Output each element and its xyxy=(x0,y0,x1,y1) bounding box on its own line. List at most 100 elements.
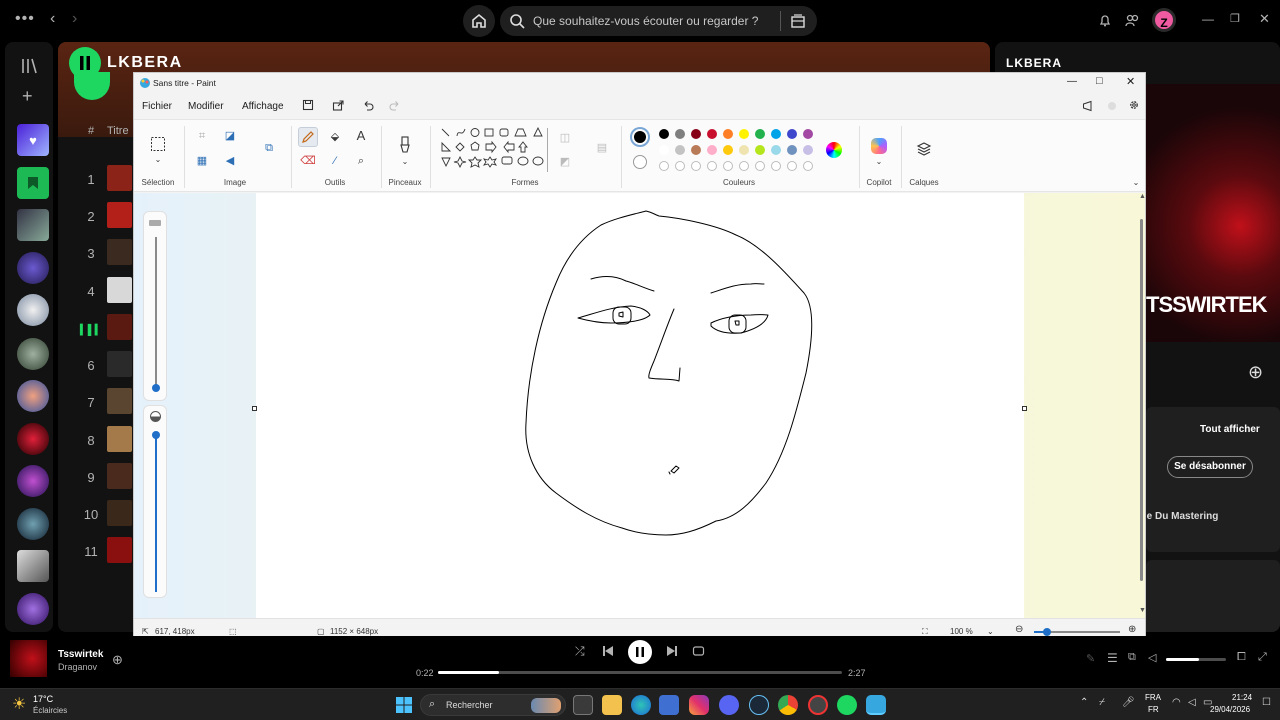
mail-icon[interactable] xyxy=(659,695,679,715)
show-all-link[interactable]: Tout afficher xyxy=(1200,424,1260,435)
custom-color-slot[interactable] xyxy=(675,161,685,171)
friends-activity-icon[interactable] xyxy=(1125,13,1139,27)
close-window-icon[interactable]: ✕ xyxy=(1259,11,1270,27)
menu-modifier[interactable]: Modifier xyxy=(188,101,224,112)
track-thumbnail[interactable] xyxy=(107,165,132,191)
color-swatch[interactable] xyxy=(771,129,781,139)
crop-icon[interactable]: ⌗ xyxy=(194,128,210,144)
undo-icon[interactable] xyxy=(362,99,374,111)
edge-icon[interactable] xyxy=(631,695,651,715)
track-thumbnail[interactable] xyxy=(107,426,132,452)
track-cover[interactable] xyxy=(10,640,47,677)
task-view-icon[interactable] xyxy=(573,695,593,715)
image-select-icon[interactable]: ▦ xyxy=(194,153,210,169)
edit-colors-icon[interactable] xyxy=(826,142,842,158)
artist-thumb[interactable] xyxy=(17,508,49,540)
paint-minimize-icon[interactable]: — xyxy=(1067,76,1077,87)
rotate-icon[interactable]: ◀ xyxy=(222,153,238,169)
slider-thumb[interactable] xyxy=(152,431,160,439)
vertical-scrollbar[interactable] xyxy=(1140,219,1143,581)
spotify-icon[interactable] xyxy=(837,695,857,715)
pause-button[interactable] xyxy=(628,640,652,664)
clock-date[interactable]: 29/04/2026 xyxy=(1210,705,1250,714)
show-hidden-icons[interactable]: ⌃ xyxy=(1080,697,1088,708)
custom-color-slot[interactable] xyxy=(739,161,749,171)
taskbar-search[interactable]: ⌕ Rechercher xyxy=(420,694,566,716)
slider-thumb[interactable] xyxy=(152,384,160,392)
add-to-library-icon[interactable]: ⊕ xyxy=(112,652,123,668)
artist-thumb[interactable] xyxy=(17,423,49,455)
artist-thumb[interactable] xyxy=(17,593,49,625)
track-thumbnail[interactable] xyxy=(107,239,132,265)
opacity-slider[interactable] xyxy=(143,405,167,598)
paint-maximize-icon[interactable]: □ xyxy=(1096,75,1103,87)
track-thumbnail[interactable] xyxy=(107,351,132,377)
track-thumbnail[interactable] xyxy=(107,537,132,563)
lyrics-icon[interactable]: ✎ xyxy=(1086,652,1095,665)
custom-color-slot[interactable] xyxy=(723,161,733,171)
zoom-level[interactable]: 100 % xyxy=(950,627,973,636)
weather-icon[interactable]: ☀ xyxy=(12,694,26,714)
track-thumbnail[interactable] xyxy=(107,277,132,303)
resize-handle[interactable] xyxy=(1022,406,1027,411)
discord-icon[interactable] xyxy=(719,695,739,715)
progress-bar[interactable] xyxy=(438,671,842,674)
color-swatch[interactable] xyxy=(755,145,765,155)
size-icon[interactable]: ▤ xyxy=(594,140,610,156)
color-swatch[interactable] xyxy=(675,129,685,139)
color-swatch[interactable] xyxy=(723,145,733,155)
paint-taskbar-icon[interactable] xyxy=(866,695,886,715)
color-swatch[interactable] xyxy=(739,129,749,139)
layers-icon[interactable] xyxy=(916,141,932,157)
settings-gear-icon[interactable] xyxy=(1128,99,1140,111)
zoom-slider-thumb[interactable] xyxy=(1043,628,1051,636)
home-button[interactable] xyxy=(463,5,495,37)
speaker-icon[interactable]: ◁ xyxy=(1188,697,1196,708)
color-swatch[interactable] xyxy=(691,129,701,139)
color-swatch[interactable] xyxy=(691,145,701,155)
custom-color-slot[interactable] xyxy=(707,161,717,171)
playlist-thumb[interactable] xyxy=(17,209,49,241)
connect-device-icon[interactable]: ⧉ xyxy=(1128,651,1136,664)
color-swatch[interactable] xyxy=(659,145,669,155)
shapes-scrollbar[interactable] xyxy=(547,128,548,172)
wifi-icon[interactable]: ◠ xyxy=(1172,697,1181,708)
steam-icon[interactable] xyxy=(749,695,769,715)
resize-handle[interactable] xyxy=(252,406,257,411)
redo-icon[interactable] xyxy=(389,99,401,111)
user-avatar[interactable]: Z xyxy=(1152,8,1176,32)
minimize-window-icon[interactable]: — xyxy=(1202,12,1214,26)
volume-icon[interactable]: ◁ xyxy=(1148,651,1156,664)
save-icon[interactable] xyxy=(302,99,314,111)
windows-start-icon[interactable] xyxy=(396,697,412,713)
zoom-slider[interactable] xyxy=(1034,628,1120,636)
volume-slider[interactable] xyxy=(1166,658,1226,661)
back-arrow-icon[interactable]: ‹ xyxy=(50,10,55,28)
resize-icon[interactable]: ◪ xyxy=(222,128,238,144)
artist-thumb[interactable] xyxy=(17,338,49,370)
zoom-dropdown-icon[interactable]: ⌄ xyxy=(987,627,994,636)
shapes-gallery[interactable] xyxy=(440,126,546,176)
saved-episodes-thumb[interactable] xyxy=(17,167,49,199)
chevron-down-icon[interactable]: ⌄ xyxy=(397,154,413,170)
artist-thumb[interactable] xyxy=(17,294,49,326)
feedback-icon[interactable] xyxy=(1082,100,1094,112)
drawing-canvas[interactable] xyxy=(256,193,1024,618)
custom-color-slot[interactable] xyxy=(787,161,797,171)
color-swatch[interactable] xyxy=(803,145,813,155)
custom-color-slot[interactable] xyxy=(771,161,781,171)
custom-color-slot[interactable] xyxy=(659,161,669,171)
collapse-ribbon-icon[interactable]: ⌄ xyxy=(1128,175,1144,191)
text-tool-icon[interactable]: A xyxy=(353,128,369,144)
notification-bell-icon[interactable] xyxy=(1098,13,1112,27)
keyboard-code[interactable]: FR xyxy=(1148,705,1159,714)
color-swatch[interactable] xyxy=(755,129,765,139)
fullscreen-icon[interactable]: ⤢ xyxy=(1258,651,1267,664)
library-icon[interactable] xyxy=(20,57,38,75)
restore-window-icon[interactable]: ❐ xyxy=(1230,12,1240,25)
instagram-icon[interactable] xyxy=(689,695,709,715)
custom-color-slot[interactable] xyxy=(755,161,765,171)
language-code[interactable]: FRA xyxy=(1145,693,1161,702)
notifications-icon[interactable]: ☐ xyxy=(1262,697,1271,708)
search-bar[interactable]: Que souhaitez-vous écouter ou regarder ? xyxy=(500,6,817,36)
